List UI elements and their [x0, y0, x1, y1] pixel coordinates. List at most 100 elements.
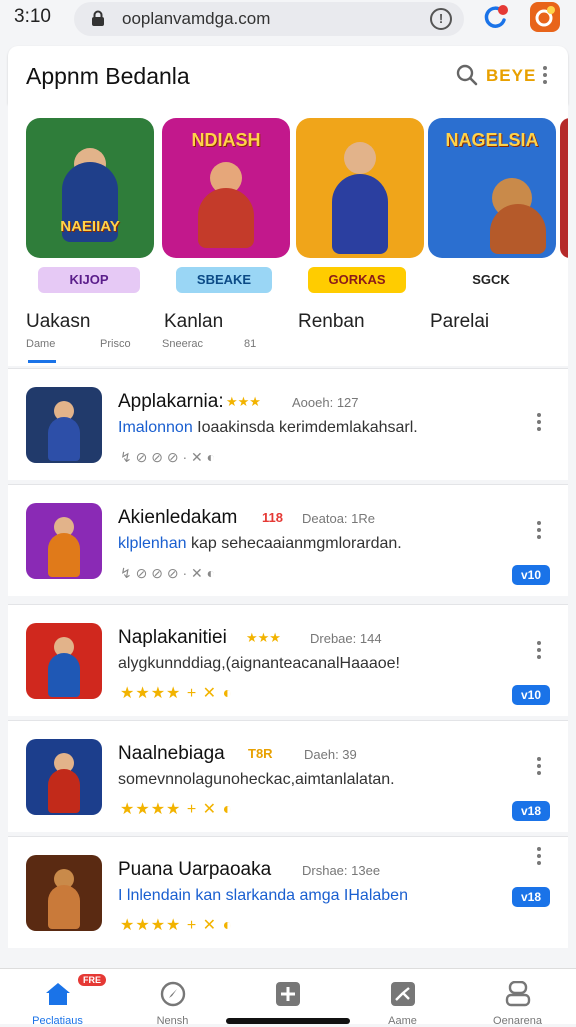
app-info-row: ↯ ⊘ ⊘ ⊘ · ✕ ◐ — [120, 565, 216, 581]
app-info-row: ↯ ⊘ ⊘ ⊘ · ✕ ◐ — [120, 449, 216, 465]
carousel-indicator — [28, 360, 56, 363]
nav-label: Peclatiaus — [32, 1015, 83, 1027]
lock-icon — [92, 10, 104, 26]
tile-name[interactable]: Parelai — [430, 311, 489, 333]
app-icon-figure — [48, 533, 80, 577]
app-description: Imalonnon Ioaakinsda kerimdemlakahsarl. — [118, 419, 518, 437]
nav-label: Oenarena — [493, 1015, 542, 1027]
page-title: Appnm Bedanla — [26, 63, 190, 89]
app-rating: ★★★★ + ✕ ◐ — [120, 917, 234, 934]
featured-tile-peek[interactable] — [560, 118, 568, 258]
nav-item-profile[interactable]: Oenarena — [460, 969, 575, 1027]
nav-label: Nensh — [156, 1015, 189, 1027]
tile-art-figure — [198, 188, 254, 248]
list-item[interactable]: Naalnebiaga T8R Daeh: 39 somevnnolagunoh… — [8, 720, 568, 832]
app-description: klplenhan kap sehecaaianmgmlorardan. — [118, 535, 518, 553]
version-badge[interactable]: v10 — [512, 565, 550, 585]
app-icon[interactable] — [26, 503, 102, 579]
profile-icon — [505, 981, 531, 1007]
nav-item-home[interactable]: FRE Peclatiaus — [0, 969, 115, 1027]
nav-label: Aame — [388, 1015, 417, 1027]
tile-art-title: NAGELSIA — [445, 130, 539, 150]
item-more-icon[interactable] — [536, 639, 542, 661]
url-text[interactable]: ooplanvamdga.com — [122, 9, 270, 29]
extension-icon[interactable] — [530, 2, 560, 32]
header-badge[interactable]: BEYE — [486, 66, 536, 86]
info-icon[interactable]: ! — [430, 8, 452, 30]
featured-tile[interactable]: NDIASH — [162, 118, 290, 258]
app-icon[interactable] — [26, 623, 102, 699]
search-icon[interactable] — [456, 64, 478, 86]
add-icon — [276, 982, 300, 1006]
app-stars: T8R — [248, 746, 273, 761]
app-title[interactable]: Applakarnia: — [118, 391, 224, 413]
tile-name[interactable]: Uakasn — [26, 311, 90, 333]
app-title[interactable]: Naalnebiaga — [118, 743, 225, 765]
tile-pill: GORKAS — [308, 267, 406, 293]
address-bar[interactable]: ooplanvamdga.com ! — [74, 2, 464, 36]
app-desc-highlight: I lnlendain — [118, 887, 191, 904]
tile-meta: Prisco — [100, 338, 131, 350]
version-badge[interactable]: v18 — [512, 801, 550, 821]
item-more-icon[interactable] — [536, 411, 542, 433]
version-badge[interactable]: v10 — [512, 685, 550, 705]
item-more-icon[interactable] — [536, 845, 542, 867]
app-header: Appnm Bedanla BEYE — [8, 46, 568, 104]
app-title[interactable]: Puana Uarpaoaka — [118, 859, 271, 881]
nav-badge: FRE — [78, 974, 106, 986]
more-options-icon[interactable] — [542, 64, 548, 86]
app-desc-highlight: klplenhan — [118, 535, 187, 552]
app-meta: Drshae: 13ee — [302, 863, 381, 878]
app-icon[interactable] — [26, 855, 102, 931]
tile-art-figure — [332, 174, 388, 254]
app-description: I lnlendain kan slarkanda amga IHalaben — [118, 887, 518, 905]
app-description: alygkunnddiag,(aignanteacanalHaaaoe! — [118, 655, 518, 673]
tile-pill: SBEAKE — [176, 267, 272, 293]
app-meta: Drebae: 144 — [310, 631, 382, 646]
app-desc-text: Ioaakinsda kerimdemlakahsarl. — [192, 419, 418, 436]
tile-art-title: NAEIIAY — [60, 218, 120, 235]
nav-item-add[interactable] — [230, 969, 345, 1025]
app-rating: ★★★★ + ✕ ◐ — [120, 801, 234, 818]
app-desc-text: alygkunnddiag,(aignanteacanalHaaaoe! — [118, 655, 400, 672]
tile-name[interactable]: Kanlan — [164, 311, 223, 333]
featured-tile[interactable]: NAGELSIA — [428, 118, 556, 258]
refresh-icon[interactable] — [480, 2, 510, 32]
featured-carousel[interactable]: NAEIIAY KIJOP Uakasn Dame NDIASH SBEAKE … — [8, 104, 568, 366]
home-icon — [46, 983, 70, 1005]
featured-tile[interactable] — [296, 118, 424, 258]
version-badge[interactable]: v18 — [512, 887, 550, 907]
tile-name[interactable]: Renban — [298, 311, 365, 333]
app-icon-figure — [48, 885, 80, 929]
nav-item-search[interactable]: Nensh — [115, 969, 230, 1027]
tile-art-figure — [490, 204, 546, 254]
tile-art-head — [344, 142, 376, 174]
app-icon[interactable] — [26, 387, 102, 463]
clock: 3:10 — [14, 6, 51, 27]
list-item[interactable]: Akienledakam 118 Deatoa: 1Re klplenhan k… — [8, 484, 568, 596]
app-description: somevnnolagunoheckac,aimtanlalatan. — [118, 771, 518, 789]
app-meta: Daeh: 39 — [304, 747, 357, 762]
app-title[interactable]: Naplakanitiei — [118, 627, 227, 649]
app-desc-text: kan slarkanda amga IHalaben — [190, 887, 408, 904]
compass-icon — [160, 981, 186, 1007]
tile-art-title: NDIASH — [191, 130, 261, 150]
app-icon-figure — [48, 769, 80, 813]
item-more-icon[interactable] — [536, 755, 542, 777]
tile-pill: SGCK — [442, 267, 540, 293]
app-desc-highlight: Imalonnon — [118, 419, 193, 436]
list-item[interactable]: Naplakanitiei ★★★ Drebae: 144 alygkunndd… — [8, 604, 568, 716]
item-more-icon[interactable] — [536, 519, 542, 541]
app-meta: Deatoa: 1Re — [302, 511, 375, 526]
featured-tile[interactable]: NAEIIAY — [26, 118, 154, 258]
app-desc-text: somevnnolagunoheckac,aimtanlalatan. — [118, 771, 395, 788]
app-icon[interactable] — [26, 739, 102, 815]
app-title[interactable]: Akienledakam — [118, 507, 237, 529]
list-item[interactable]: Puana Uarpaoaka Drshae: 13ee I lnlendain… — [8, 836, 568, 948]
list-item[interactable]: Applakarnia: ★★★ Aooeh: 127 Imalonnon Io… — [8, 368, 568, 480]
tile-pill: KIJOP — [38, 267, 140, 293]
tools-icon — [391, 982, 415, 1006]
nav-item-games[interactable]: Aame — [345, 969, 460, 1027]
app-rating: ★★★★ + ✕ ◐ — [120, 685, 234, 702]
tile-meta: Sneerac — [162, 338, 203, 350]
